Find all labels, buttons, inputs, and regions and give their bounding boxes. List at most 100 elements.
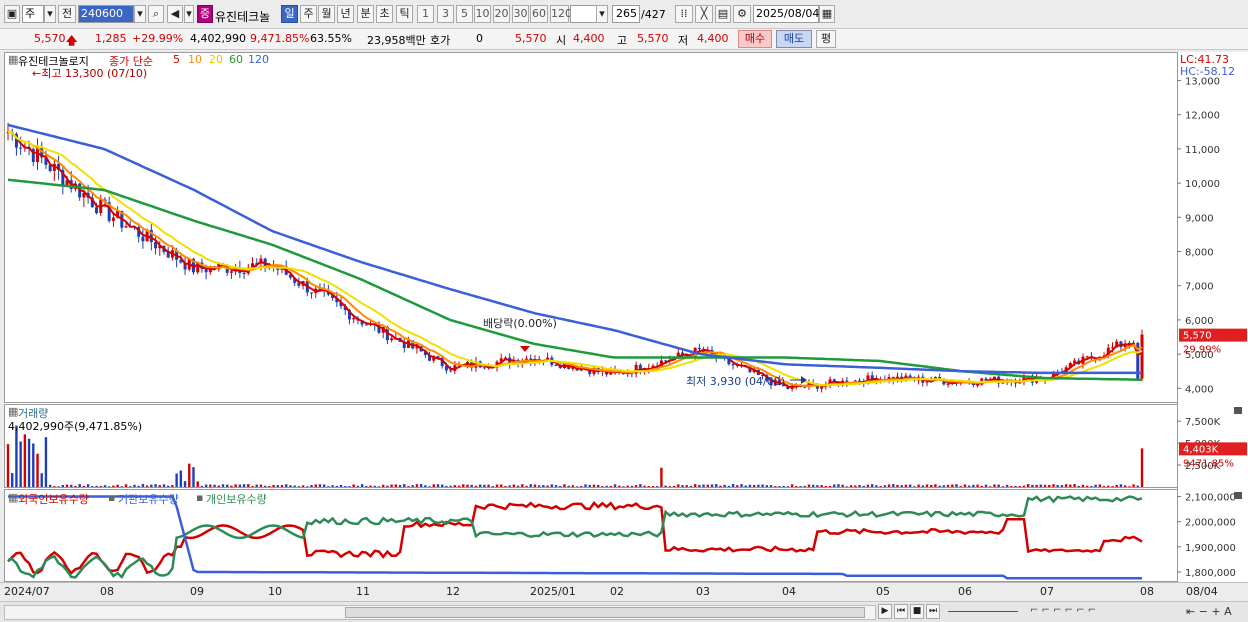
volume-bar: [664, 485, 667, 487]
dividend-marker-icon: [520, 346, 530, 352]
volume-bar: [542, 485, 545, 487]
grid-icon[interactable]: ⁞⁞: [675, 5, 693, 23]
volume-bar: [1136, 485, 1139, 487]
low-price: 4,400: [697, 32, 729, 45]
code-dropdown-icon[interactable]: ▾: [134, 5, 146, 23]
chart-area[interactable]: 13,000 12,000 11,000 10,000 9,000 8,000 7,000 6…: [4, 52, 1248, 601]
period-1-button[interactable]: 주: [300, 5, 317, 23]
volume-bar: [681, 485, 684, 487]
zoom-controls-icon[interactable]: ⇤ − + A: [1186, 605, 1232, 618]
panel-menu-icon[interactable]: ▦: [8, 53, 18, 66]
horizontal-scrollbar[interactable]: [4, 605, 876, 620]
zoom-slider[interactable]: [948, 611, 1018, 612]
interval-30-button[interactable]: 30: [512, 5, 529, 23]
prev-button[interactable]: 전: [58, 5, 76, 23]
x-label: 2025/01: [530, 585, 576, 598]
interval-10-button[interactable]: 10: [474, 5, 491, 23]
interval-60-button[interactable]: 60: [530, 5, 548, 23]
volume-bar: [327, 486, 330, 487]
period-6-button[interactable]: 틱: [396, 5, 413, 23]
stock-code-input[interactable]: 240600: [78, 5, 134, 23]
volume-bar: [335, 485, 339, 487]
volume-bar: [44, 437, 48, 487]
volume-bar: [487, 484, 490, 487]
high-price: 5,570: [637, 32, 669, 45]
candle-body: [141, 236, 145, 242]
volume-bar: [601, 486, 604, 487]
interval-120-button[interactable]: 120: [550, 5, 572, 23]
volume-bar: [415, 484, 419, 487]
sell-button[interactable]: 매도: [776, 30, 812, 48]
volume-bar: [348, 486, 351, 487]
calendar-icon[interactable]: ▦: [819, 5, 835, 23]
volume-bar: [200, 485, 204, 487]
draw-tools-icon[interactable]: ⌐ ⌐ ⌐ ⌐ ⌐ ⌐: [1030, 605, 1096, 616]
y-tick-label: 12,000: [1185, 111, 1220, 122]
save-icon[interactable]: ▤: [715, 5, 731, 23]
layout-icon[interactable]: ▣: [4, 5, 20, 23]
date-input[interactable]: 2025/08/04: [753, 5, 819, 23]
volume-bar: [761, 484, 764, 487]
play-icon[interactable]: ▶: [878, 604, 892, 619]
candle-body: [697, 347, 701, 350]
volume-bar: [1014, 485, 1017, 487]
crosshair-icon[interactable]: ╳: [695, 5, 713, 23]
volume-bar: [622, 486, 625, 487]
volume-bar: [563, 484, 566, 487]
volume-bar: [166, 485, 170, 487]
speaker-icon[interactable]: ◀: [167, 5, 183, 23]
gear-icon[interactable]: ⚙: [733, 5, 751, 23]
volume-bar: [1077, 485, 1080, 487]
total-count: /427: [641, 8, 666, 21]
forward-icon[interactable]: ⏭: [926, 604, 940, 619]
stop-icon[interactable]: ■: [910, 604, 924, 619]
bottom-bar: ▶ ⏮ ■ ⏭ ⌐ ⌐ ⌐ ⌐ ⌐ ⌐ ⇤ − + A: [0, 601, 1248, 622]
volume-bar: [1069, 484, 1072, 487]
volume-bar: [196, 481, 199, 487]
rewind-icon[interactable]: ⏮: [894, 604, 908, 619]
legend-institution: 기관보유수량: [118, 493, 179, 506]
interval-1-button[interactable]: 1: [417, 5, 434, 23]
volume-bar: [984, 484, 988, 487]
volume-bar: [609, 485, 613, 487]
volume-bar: [150, 484, 153, 487]
volume-bar: [672, 485, 676, 487]
speaker-dropdown-icon[interactable]: ▾: [184, 5, 194, 23]
period-0-button[interactable]: 일: [281, 5, 298, 23]
volume-bar: [1073, 484, 1076, 487]
eval-button[interactable]: 평: [816, 30, 836, 48]
x-label: 03: [696, 585, 710, 598]
candle-body: [449, 370, 453, 372]
period-2-button[interactable]: 월: [318, 5, 335, 23]
interval-3-button[interactable]: 3: [437, 5, 454, 23]
holding-panel-icon[interactable]: ▦: [8, 491, 18, 504]
volume-bar: [462, 484, 465, 487]
volume-bar: [91, 486, 94, 487]
volume-bar: [605, 485, 608, 487]
volume-bar: [230, 485, 233, 487]
chevron-down-icon[interactable]: ▾: [44, 5, 56, 23]
volume-bar: [154, 484, 157, 487]
volume-bar: [78, 484, 81, 487]
period-select[interactable]: 주: [22, 5, 44, 23]
period-3-button[interactable]: 년: [337, 5, 354, 23]
volume-panel-icon[interactable]: ▦: [8, 405, 18, 418]
buy-button[interactable]: 매수: [738, 30, 772, 48]
volume-bar: [580, 485, 583, 487]
volume-bar: [48, 484, 52, 487]
period-4-button[interactable]: 분: [357, 5, 374, 23]
count-input[interactable]: 265: [612, 5, 640, 23]
volume-bar: [993, 484, 996, 487]
interval-5-button[interactable]: 5: [456, 5, 473, 23]
scrollbar-thumb[interactable]: [345, 607, 865, 618]
volume-bar: [204, 484, 208, 487]
search-icon[interactable]: ⌕: [148, 5, 164, 23]
current-price: 5,570: [34, 32, 66, 45]
volume-bar: [828, 485, 832, 487]
volume-bar: [900, 485, 903, 487]
volume-bar: [1039, 484, 1043, 487]
period-5-button[interactable]: 초: [376, 5, 393, 23]
volume-bar: [171, 484, 174, 487]
interval-dropdown-icon[interactable]: ▾: [596, 5, 608, 23]
interval-20-button[interactable]: 20: [493, 5, 510, 23]
